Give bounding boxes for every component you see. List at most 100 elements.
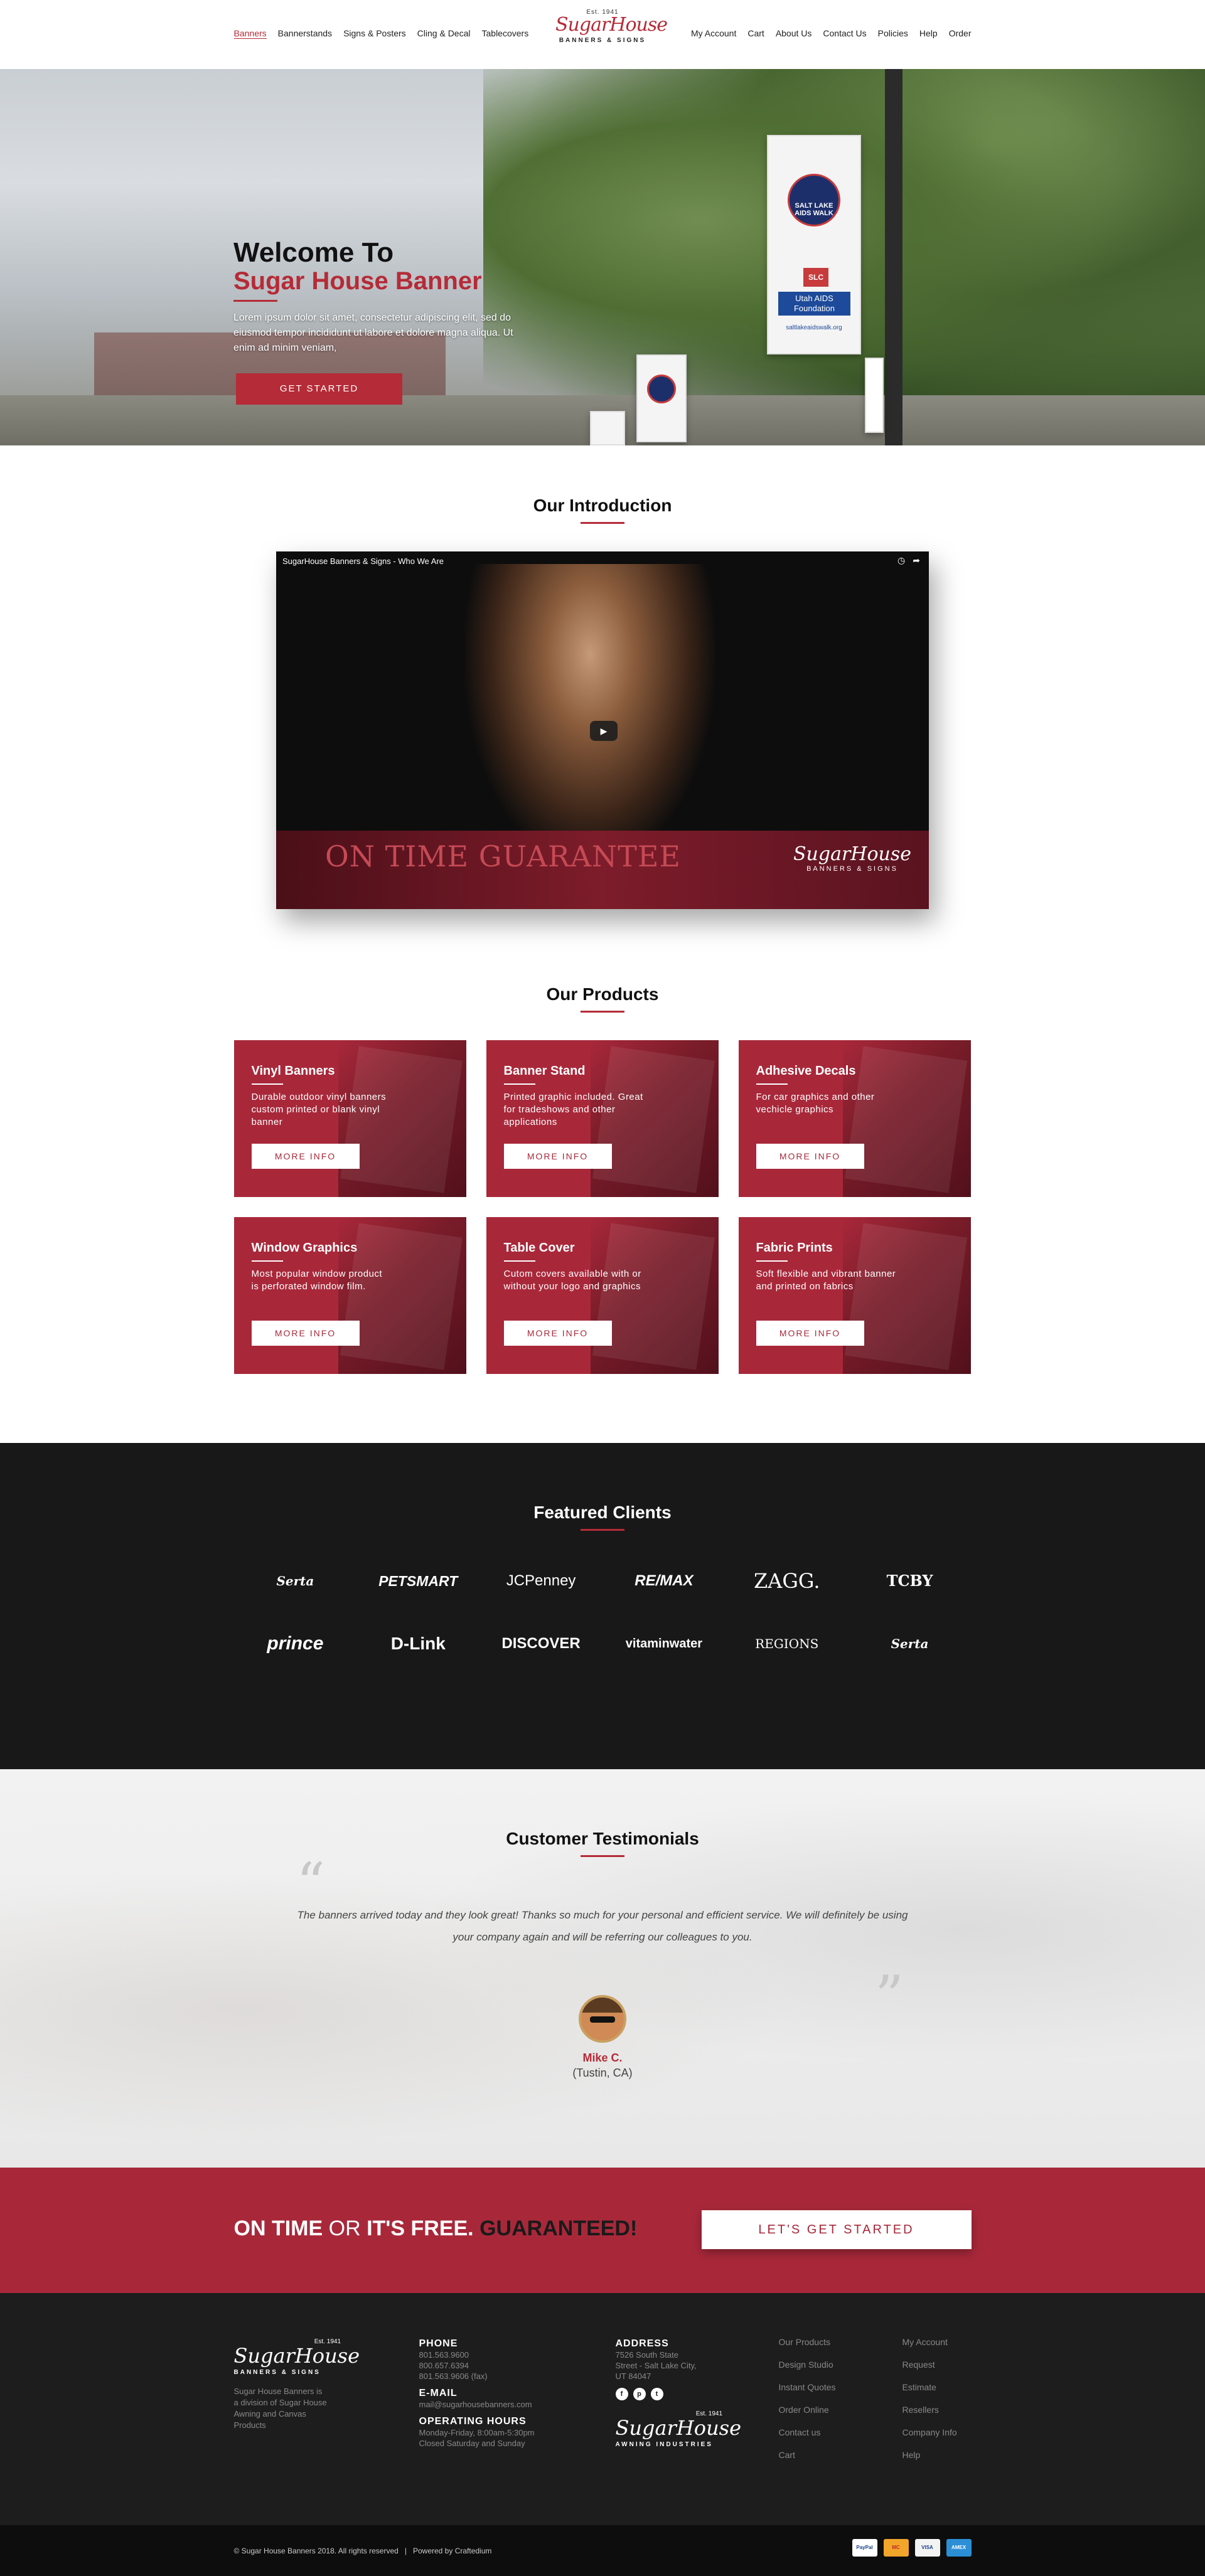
site-header: Banners Bannerstands Signs & Posters Cli… <box>0 0 1205 69</box>
nav-tablecovers[interactable]: Tablecovers <box>482 28 529 39</box>
footer-link-my-account[interactable]: My Account <box>902 2331 957 2353</box>
product-divider <box>503 1083 535 1085</box>
testimonials-title-divider <box>581 1855 624 1857</box>
email-link[interactable]: mail@sugarhousebanners.com <box>419 2399 535 2410</box>
pinterest-icon[interactable]: p <box>633 2388 646 2400</box>
hero-street-banner-2 <box>636 354 687 442</box>
product-desc: Durable outdoor vinyl banners custom pri… <box>251 1092 387 1127</box>
clients-title-divider <box>581 1529 624 1531</box>
product-content: Banner Stand Printed graphic included. G… <box>503 1064 645 1129</box>
nav-contact-us[interactable]: Contact Us <box>823 28 866 38</box>
footer-link-contact-us[interactable]: Contact us <box>779 2421 836 2444</box>
banner-text: SALT LAKE AIDS WALK <box>795 202 833 217</box>
client-logo-discover: DISCOVER <box>501 1635 581 1652</box>
products-title-divider <box>581 1011 624 1013</box>
phone-heading: PHONE <box>419 2338 458 2349</box>
footer-link-help[interactable]: Help <box>902 2444 957 2466</box>
client-logo-remax: RE/MAX <box>635 1572 694 1589</box>
product-card-adhesive-decals[interactable]: Adhesive Decals For car graphics and oth… <box>738 1040 971 1197</box>
clients-section: Featured Clients Serta PETSMART JCPenney… <box>0 1443 1205 1769</box>
video-banner-logo-name: SugarHouse <box>793 843 911 865</box>
more-info-button[interactable]: MORE INFO <box>503 1321 612 1346</box>
client-logos: Serta PETSMART JCPenney RE/MAX ZAGG. TCB… <box>234 1565 972 1659</box>
footer-description: Sugar House Banners is a division of Sug… <box>233 2387 327 2430</box>
nav-help[interactable]: Help <box>919 28 938 38</box>
testimonial-quote: The banners arrived today and they look … <box>297 1909 908 1943</box>
product-content: Window Graphics Most popular window prod… <box>251 1241 393 1293</box>
footer-address: ADDRESS 7526 South State Street - Salt L… <box>615 2338 742 2448</box>
hero-title-line1: Welcome To <box>233 237 394 268</box>
product-title: Table Cover <box>503 1241 575 1255</box>
product-divider <box>756 1083 788 1085</box>
nav-cart[interactable]: Cart <box>747 28 764 38</box>
footer-link-design-studio[interactable]: Design Studio <box>779 2353 836 2376</box>
products-title: Our Products <box>0 984 1205 1013</box>
hours-weekdays: Monday-Friday, 8:00am-5:30pm <box>419 2428 535 2437</box>
awning-logo[interactable]: Est. 1941 SugarHouse AWNING INDUSTRIES <box>616 2410 742 2448</box>
banner-emblem-icon <box>647 375 676 403</box>
footer-link-our-products[interactable]: Our Products <box>779 2331 836 2353</box>
product-desc: Most popular window product is perforate… <box>251 1269 383 1292</box>
product-content: Fabric Prints Soft flexible and vibrant … <box>756 1241 897 1293</box>
play-icon: ▶ <box>600 725 608 736</box>
clients-title: Featured Clients <box>0 1503 1205 1531</box>
banner-badge: SLC <box>803 268 828 287</box>
products-grid: Vinyl Banners Durable outdoor vinyl bann… <box>233 1040 972 1374</box>
nav-cling-decal[interactable]: Cling & Decal <box>417 28 471 39</box>
footer-link-request[interactable]: Request <box>902 2353 957 2376</box>
facebook-icon[interactable]: f <box>615 2388 628 2400</box>
get-started-button[interactable]: GET STARTED <box>236 373 402 405</box>
product-card-window-graphics[interactable]: Window Graphics Most popular window prod… <box>233 1217 466 1374</box>
nav-about-us[interactable]: About Us <box>776 28 812 38</box>
more-info-button[interactable]: MORE INFO <box>756 1321 864 1346</box>
logo-name: SugarHouse <box>555 14 668 36</box>
product-content: Table Cover Cutom covers available with … <box>503 1241 645 1293</box>
footer-contact: PHONE 801.563.9600 800.657.6394 801.563.… <box>419 2338 535 2449</box>
more-info-button[interactable]: MORE INFO <box>503 1144 612 1169</box>
nav-bannerstands[interactable]: Bannerstands <box>278 28 332 39</box>
more-info-button[interactable]: MORE INFO <box>756 1144 864 1169</box>
footer-link-company-info[interactable]: Company Info <box>902 2421 957 2444</box>
footer-link-instant-quotes[interactable]: Instant Quotes <box>779 2376 836 2398</box>
more-info-button[interactable]: MORE INFO <box>251 1321 360 1346</box>
lets-get-started-button[interactable]: LET'S GET STARTED <box>701 2210 972 2249</box>
product-card-banner-stand[interactable]: Banner Stand Printed graphic included. G… <box>486 1040 719 1197</box>
twitter-icon[interactable]: t <box>650 2388 663 2400</box>
footer-link-resellers[interactable]: Resellers <box>902 2398 957 2421</box>
product-content: Vinyl Banners Durable outdoor vinyl bann… <box>251 1064 393 1129</box>
video-title[interactable]: SugarHouse Banners & Signs - Who We Are <box>282 556 444 566</box>
video-banner-logo: SugarHouse BANNERS & SIGNS <box>793 843 911 873</box>
clients-title-text: Featured Clients <box>533 1503 672 1522</box>
watch-later-icon[interactable]: ◷ <box>897 555 905 566</box>
quote-close-icon: ” <box>874 1964 904 2030</box>
product-card-table-cover[interactable]: Table Cover Cutom covers available with … <box>486 1217 719 1374</box>
more-info-button[interactable]: MORE INFO <box>251 1144 360 1169</box>
product-card-fabric-prints[interactable]: Fabric Prints Soft flexible and vibrant … <box>738 1217 971 1374</box>
play-button[interactable]: ▶ <box>590 721 618 741</box>
cta-part2: OR <box>328 2217 361 2240</box>
footer-link-cart[interactable]: Cart <box>779 2444 836 2466</box>
nav-banners[interactable]: Banners <box>233 28 267 39</box>
footer-logo[interactable]: Est. 1941 SugarHouse BANNERS & SIGNS <box>234 2338 360 2376</box>
product-card-vinyl-banners[interactable]: Vinyl Banners Durable outdoor vinyl bann… <box>233 1040 466 1197</box>
site-logo[interactable]: Est. 1941 SugarHouse BANNERS & SIGNS <box>555 9 668 44</box>
footer-link-order-online[interactable]: Order Online <box>779 2398 836 2421</box>
nav-my-account[interactable]: My Account <box>691 28 736 38</box>
product-divider <box>503 1260 535 1262</box>
hero-street-banner-3 <box>590 411 625 445</box>
nav-policies[interactable]: Policies <box>878 28 908 38</box>
share-icon[interactable]: ➦ <box>913 555 920 566</box>
intro-video-player[interactable]: SugarHouse Banners & Signs - Who We Are … <box>276 551 929 909</box>
intro-title: Our Introduction <box>0 496 1205 524</box>
client-logo-regions: REGIONS <box>755 1636 819 1651</box>
address-line3: UT 84047 <box>615 2371 651 2381</box>
cta-section: ON TIME OR IT'S FREE. GUARANTEED! LET'S … <box>0 2168 1205 2293</box>
product-divider <box>756 1260 788 1262</box>
nav-order[interactable]: Order <box>949 28 972 38</box>
hours-heading: OPERATING HOURS <box>419 2416 527 2427</box>
hours-weekend: Closed Saturday and Sunday <box>419 2439 525 2448</box>
nav-signs-posters[interactable]: Signs & Posters <box>343 28 406 39</box>
footer-brand: Est. 1941 SugarHouse BANNERS & SIGNS Sug… <box>234 2338 360 2431</box>
footer-link-estimate[interactable]: Estimate <box>902 2376 957 2398</box>
product-desc: Soft flexible and vibrant banner and pri… <box>756 1269 896 1292</box>
